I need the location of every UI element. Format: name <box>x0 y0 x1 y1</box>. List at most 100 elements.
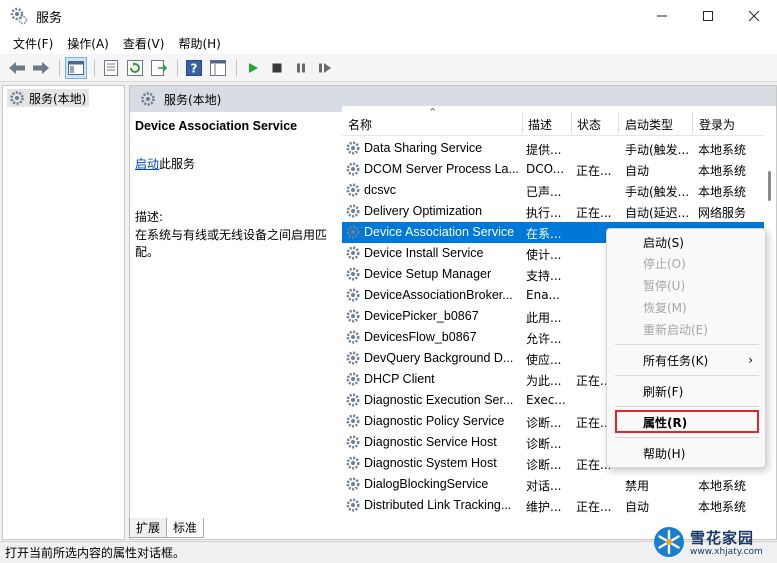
service-gear-icon <box>345 224 361 240</box>
console-view-icon <box>210 59 226 76</box>
column-header-name[interactable]: 名称 <box>348 116 372 133</box>
toolbar-separator <box>236 58 237 77</box>
service-startup-cell: 手动(触发... <box>625 185 690 199</box>
table-row[interactable]: DCOM Server Process La... DCO... 正在... 自动 本地… <box>342 159 775 180</box>
column-divider[interactable] <box>522 112 523 134</box>
watermark-url: www.xhjaty.com <box>690 547 763 557</box>
svg-text:?: ? <box>191 61 198 75</box>
minimize-button[interactable] <box>639 0 685 32</box>
column-header-status[interactable]: 状态 <box>577 116 601 133</box>
menu-item-refresh[interactable]: 刷新(F) <box>607 381 765 401</box>
menu-view[interactable]: 查看(V) <box>116 35 172 52</box>
service-logon-cell: 本地系统 <box>698 185 747 199</box>
service-gear-icon <box>345 203 361 219</box>
table-row[interactable]: Distributed Link Tracking... 维护... 正在... 自动… <box>342 495 775 516</box>
forward-button[interactable] <box>30 57 52 79</box>
service-description-cell: 诊断... <box>526 458 562 472</box>
table-row[interactable]: Delivery Optimization 执行... 正在... 自动(延迟... 网… <box>342 201 775 222</box>
tree-item-services-local[interactable]: 服务(本地) <box>7 89 90 107</box>
menu-action[interactable]: 操作(A) <box>60 35 116 52</box>
table-row[interactable]: Data Sharing Service 提供... 手动(触发... 本地系统 <box>342 138 775 159</box>
service-name-cell: Delivery Optimization <box>364 204 483 218</box>
menu-item-start[interactable]: 启动(S) <box>607 232 765 252</box>
menu-item-all-tasks[interactable]: 所有任务(K) › <box>607 350 765 370</box>
column-divider[interactable] <box>571 112 572 134</box>
tab-extended[interactable]: 扩展 <box>129 518 168 538</box>
maximize-button[interactable] <box>685 0 731 32</box>
service-gear-icon <box>345 350 361 366</box>
stop-service-button[interactable] <box>266 57 288 79</box>
service-gear-icon <box>345 245 361 261</box>
service-name-cell: DevicePicker_b0867 <box>364 309 479 323</box>
service-startup-cell: 自动 <box>625 164 650 178</box>
export-list-icon <box>151 59 167 76</box>
menu-item-help[interactable]: 帮助(H) <box>607 443 765 463</box>
restart-service-button[interactable] <box>314 57 336 79</box>
pane-header-label: 服务(本地) <box>164 92 222 107</box>
service-name-cell: Diagnostic Policy Service <box>364 414 505 428</box>
menu-help[interactable]: 帮助(H) <box>171 35 227 52</box>
service-name-cell: Diagnostic System Host <box>364 456 497 470</box>
column-header-description[interactable]: 描述 <box>528 116 552 133</box>
start-service-button[interactable] <box>242 57 264 79</box>
context-menu: 启动(S) 停止(O) 暂停(U) 恢复(M) 重新启动(E) 所有任务(K) … <box>606 228 766 468</box>
service-description-cell: 已声... <box>526 185 562 199</box>
service-description-cell: 维护... <box>526 500 562 514</box>
service-status-cell: 正在... <box>576 206 612 220</box>
service-description-cell: 支持... <box>526 269 562 283</box>
table-row[interactable]: dcsvc 已声... 手动(触发... 本地系统 <box>342 180 775 201</box>
service-name-cell: dcsvc <box>364 183 396 197</box>
show-tree-button[interactable] <box>65 56 87 79</box>
minimize-icon <box>657 15 667 17</box>
menu-item-stop: 停止(O) <box>643 256 686 271</box>
menu-bar: 文件(F) 操作(A) 查看(V) 帮助(H) <box>0 32 777 54</box>
close-button[interactable] <box>731 0 777 32</box>
play-icon <box>249 62 258 73</box>
stop-icon <box>272 63 282 72</box>
menu-file[interactable]: 文件(F) <box>6 35 60 52</box>
toolbar-separator <box>59 58 60 77</box>
service-name-cell: Distributed Link Tracking... <box>364 498 512 512</box>
service-gear-icon <box>345 476 361 492</box>
column-header-logon-as[interactable]: 登录为 <box>699 116 735 133</box>
start-service-link[interactable]: 启动 <box>135 157 159 171</box>
service-startup-cell: 禁用 <box>625 479 650 493</box>
console-tree: 服务(本地) <box>2 85 125 540</box>
tree-item-label: 服务(本地) <box>29 91 87 106</box>
service-name-cell: Device Setup Manager <box>364 267 492 281</box>
refresh-button[interactable] <box>124 57 146 79</box>
tab-standard[interactable]: 标准 <box>166 518 205 538</box>
column-divider[interactable] <box>618 112 619 134</box>
back-button[interactable] <box>6 57 28 79</box>
column-header-startup-type[interactable]: 启动类型 <box>625 116 673 133</box>
column-divider[interactable] <box>692 112 693 134</box>
service-logon-cell: 本地系统 <box>698 164 747 178</box>
service-gear-icon <box>345 329 361 345</box>
description-panel: Device Association Service 启动此服务 描述: 在系统… <box>135 119 335 261</box>
snowflake-logo-icon <box>654 527 684 557</box>
service-gear-icon <box>345 161 361 177</box>
close-icon <box>748 10 760 22</box>
service-startup-cell: 手动(触发... <box>625 143 690 157</box>
service-description-cell: Exec... <box>526 393 566 407</box>
service-name-cell: DHCP Client <box>364 372 435 386</box>
forward-arrow-icon <box>33 61 49 74</box>
services-gear-icon <box>10 91 24 105</box>
service-logon-cell: 本地系统 <box>698 143 747 157</box>
submenu-arrow-icon: › <box>748 353 753 367</box>
service-name-cell: Data Sharing Service <box>364 141 483 155</box>
scrollbar-thumb[interactable] <box>768 171 771 201</box>
service-startup-cell: 自动(延迟... <box>625 206 690 220</box>
table-row[interactable]: DialogBlockingService 对话... 禁用 本地系统 <box>342 474 775 495</box>
services-gear-icon <box>10 7 28 25</box>
show-tree-icon <box>68 60 84 75</box>
console-view-button[interactable] <box>207 57 229 79</box>
menu-separator <box>615 437 759 438</box>
properties-sheet-button[interactable] <box>100 57 122 79</box>
service-gear-icon <box>345 497 361 513</box>
export-list-button[interactable] <box>148 57 170 79</box>
watermark-title: 雪花家园 <box>690 529 755 547</box>
refresh-icon <box>127 59 143 76</box>
pause-service-button[interactable] <box>290 57 312 79</box>
help-button[interactable]: ? <box>183 57 205 79</box>
